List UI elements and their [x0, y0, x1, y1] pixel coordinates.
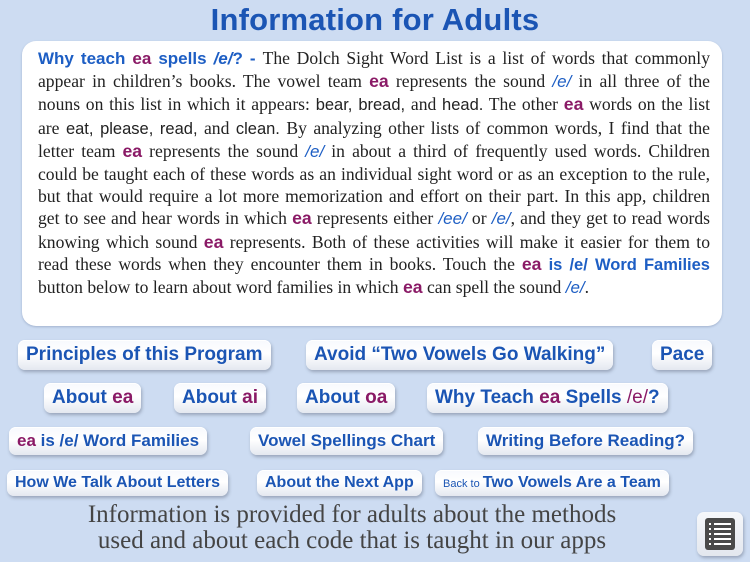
- info-panel: Why teach ea spells /e/? - The Dolch Sig…: [22, 41, 722, 326]
- letters-button[interactable]: How We Talk About Letters: [7, 470, 229, 496]
- list-menu-icon: [705, 518, 735, 550]
- why-teach-ea-button[interactable]: Why Teach ea Spells /e/?: [427, 383, 668, 413]
- next-app-button[interactable]: About the Next App: [257, 470, 422, 496]
- vowel-spellings-chart-button[interactable]: Vowel Spellings Chart: [250, 427, 444, 455]
- page-title: Information for Adults: [210, 2, 540, 37]
- word-families-reference: is /e/ Word Families: [541, 255, 710, 274]
- back-to-app-button[interactable]: Back to Two Vowels Are a Team: [435, 470, 669, 496]
- about-ai-button[interactable]: About ai: [174, 383, 267, 413]
- writing-before-reading-button[interactable]: Writing Before Reading?: [478, 427, 693, 455]
- pace-button[interactable]: Pace: [652, 340, 713, 370]
- info-paragraph: Why teach ea spells /e/? - The Dolch Sig…: [38, 48, 710, 298]
- footer-caption: Information is provided for adults about…: [87, 501, 617, 554]
- about-oa-button[interactable]: About oa: [297, 383, 396, 413]
- principles-button[interactable]: Principles of this Program: [18, 340, 271, 370]
- about-ea-button[interactable]: About ea: [44, 383, 142, 413]
- ea-word-families-button[interactable]: ea is /e/ Word Families: [9, 427, 208, 455]
- lead-heading: Why teach ea spells /e/? -: [38, 49, 263, 68]
- avoid-two-vowels-button[interactable]: Avoid “Two Vowels Go Walking”: [306, 340, 614, 370]
- menu-button[interactable]: [697, 512, 743, 556]
